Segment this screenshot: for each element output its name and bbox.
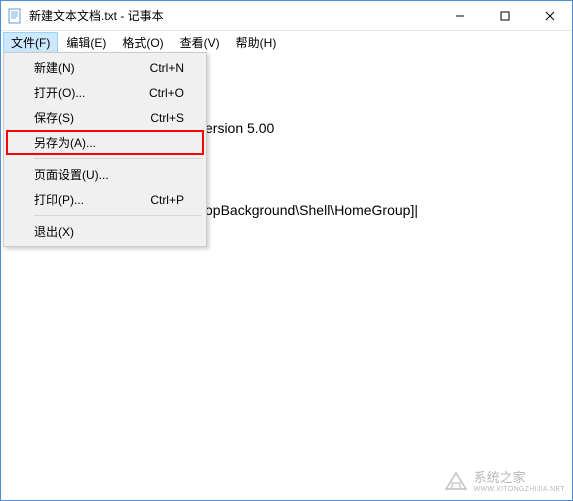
menu-separator — [34, 158, 202, 159]
menu-label: 保存(S) — [34, 109, 74, 126]
menu-shortcut: Ctrl+N — [150, 61, 184, 75]
watermark-text: 系统之家 WWW.XITONGZHIJIA.NET — [474, 467, 565, 493]
text-line: opBackground\Shell\HomeGroup]| — [205, 201, 568, 219]
menu-help[interactable]: 帮助(H) — [228, 32, 285, 53]
menu-label: 退出(X) — [34, 223, 74, 240]
notepad-icon — [7, 8, 23, 24]
minimize-button[interactable] — [437, 1, 482, 30]
watermark-icon — [444, 469, 468, 491]
watermark: 系统之家 WWW.XITONGZHIJIA.NET — [444, 467, 565, 493]
menu-open[interactable]: 打开(O)... Ctrl+O — [6, 80, 204, 105]
menu-label: 另存为(A)... — [34, 134, 96, 151]
menu-new[interactable]: 新建(N) Ctrl+N — [6, 55, 204, 80]
menu-save[interactable]: 保存(S) Ctrl+S — [6, 105, 204, 130]
menu-saveas[interactable]: 另存为(A)... — [6, 130, 204, 155]
menu-shortcut: Ctrl+O — [149, 86, 184, 100]
menu-format[interactable]: 格式(O) — [114, 32, 171, 53]
close-button[interactable] — [527, 1, 572, 30]
menu-label: 新建(N) — [34, 59, 75, 76]
text-line: ersion 5.00 — [205, 119, 568, 137]
window-title: 新建文本文档.txt - 记事本 — [29, 7, 437, 24]
menu-separator — [34, 215, 202, 216]
file-dropdown-menu: 新建(N) Ctrl+N 打开(O)... Ctrl+O 保存(S) Ctrl+… — [3, 52, 207, 247]
menu-label: 页面设置(U)... — [34, 166, 109, 183]
menu-shortcut: Ctrl+P — [150, 193, 184, 207]
menu-view[interactable]: 查看(V) — [172, 32, 228, 53]
window-controls — [437, 1, 572, 30]
menubar: 文件(F) 编辑(E) 格式(O) 查看(V) 帮助(H) — [1, 31, 572, 53]
titlebar: 新建文本文档.txt - 记事本 — [1, 1, 572, 31]
menu-pagesetup[interactable]: 页面设置(U)... — [6, 162, 204, 187]
menu-shortcut: Ctrl+S — [150, 111, 184, 125]
menu-label: 打印(P)... — [34, 191, 84, 208]
menu-label: 打开(O)... — [34, 84, 85, 101]
menu-exit[interactable]: 退出(X) — [6, 219, 204, 244]
menu-edit[interactable]: 编辑(E) — [58, 32, 114, 53]
maximize-button[interactable] — [482, 1, 527, 30]
menu-print[interactable]: 打印(P)... Ctrl+P — [6, 187, 204, 212]
menu-file[interactable]: 文件(F) — [3, 32, 58, 53]
